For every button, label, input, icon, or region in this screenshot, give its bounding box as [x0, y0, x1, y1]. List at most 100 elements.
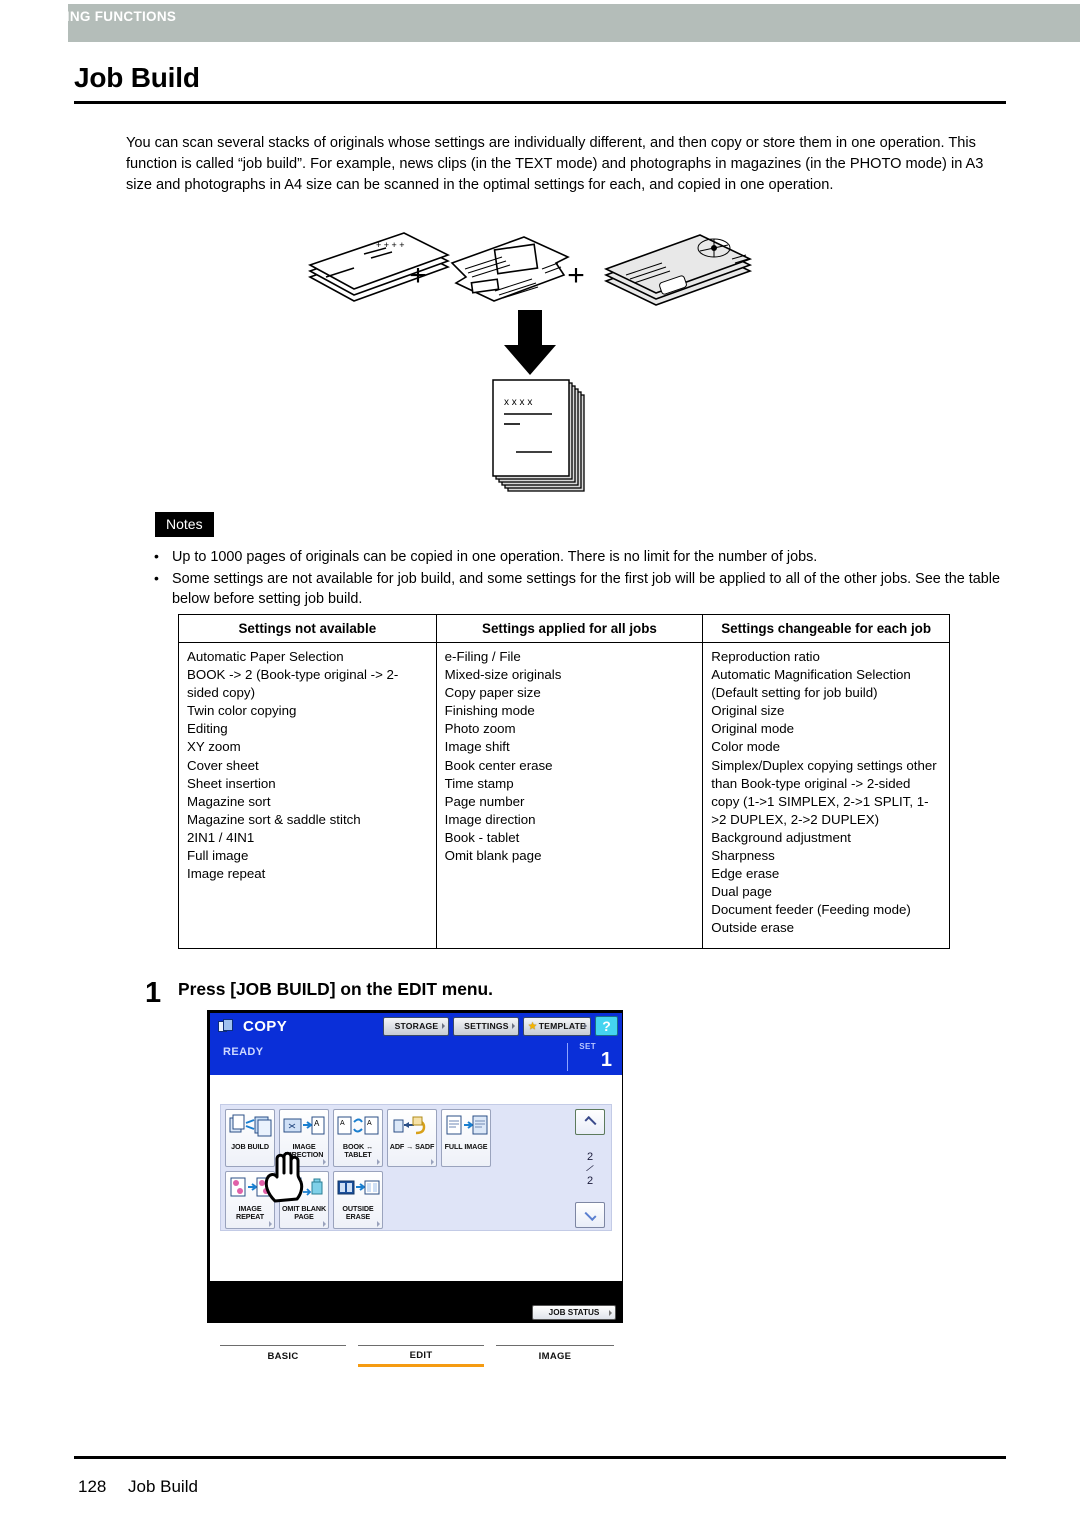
image-repeat-icon: [227, 1174, 273, 1204]
chevron-right-icon: [609, 1309, 612, 1316]
scroll-down-button[interactable]: [575, 1202, 605, 1228]
storage-button[interactable]: STORAGE: [383, 1016, 450, 1036]
footer-section-title: Job Build: [128, 1477, 198, 1496]
list-item: Full image: [187, 848, 249, 864]
image-direction-label: IMAGE DIRECTION: [284, 1142, 324, 1160]
omit-blank-page-icon: [281, 1174, 327, 1204]
storage-button-label: STORAGE: [394, 1021, 439, 1031]
list-item: Finishing mode: [444, 703, 535, 719]
note-bullet: •: [154, 548, 159, 564]
status-text: READY: [223, 1046, 264, 1058]
list-item: Edge erase: [711, 866, 780, 882]
adf-sadf-icon: [389, 1112, 435, 1142]
template-button-label: TEMPLATE: [538, 1021, 586, 1031]
chapter-header-band: [68, 4, 1080, 42]
submenu-arrow-icon: [431, 1159, 434, 1165]
svg-text:A: A: [340, 1120, 345, 1127]
table-header-cell: Settings applied for all jobs: [435, 614, 704, 643]
output-stack-marks: x x x x: [504, 397, 532, 408]
settings-button[interactable]: SETTINGS: [453, 1016, 520, 1036]
job-build-icon: [227, 1112, 273, 1142]
list-item: Sharpness: [711, 848, 775, 864]
tab-edit[interactable]: EDIT: [358, 1345, 496, 1368]
submenu-arrow-icon: [323, 1221, 326, 1227]
outside-erase-button[interactable]: OUTSIDE ERASE: [333, 1171, 383, 1229]
settings-button-label: SETTINGS: [464, 1021, 509, 1031]
submenu-arrow-icon: [323, 1159, 326, 1165]
full-image-button[interactable]: FULL IMAGE: [441, 1109, 491, 1167]
list-item: Original mode: [711, 721, 795, 737]
list-item: Image direction: [444, 811, 536, 827]
page-indicator: 2 ⁄ 2: [587, 1151, 593, 1187]
submenu-arrow-icon: [377, 1221, 380, 1227]
book-tablet-label: BOOK ↔ TABLET: [342, 1142, 374, 1160]
list-item: Image shift: [444, 739, 510, 755]
table-cell-changeable-each: Reproduction ratio Automatic Magnificati…: [702, 642, 950, 949]
list-item: Editing: [187, 721, 228, 737]
function-button-area: JOB BUILD A IMAGE DIRECTION A A BOOK ↔ T…: [220, 1104, 612, 1231]
panel-tabs: BASIC EDIT IMAGE: [212, 1345, 626, 1368]
settings-comparison-table: Settings not available Settings applied …: [178, 614, 950, 949]
note-text: Some settings are not available for job …: [172, 570, 1000, 608]
panel-status-bar: READY SET 1: [210, 1039, 622, 1075]
list-item: Automatic Magnification Selection (Defau…: [711, 667, 911, 701]
image-direction-button[interactable]: A IMAGE DIRECTION: [279, 1109, 329, 1167]
list-item: Sheet insertion: [187, 775, 276, 791]
panel-titlebar: COPY STORAGE SETTINGS ★ TEMPLATE ?: [210, 1013, 622, 1039]
submenu-arrow-icon: [377, 1159, 380, 1165]
panel-body: JOB BUILD A IMAGE DIRECTION A A BOOK ↔ T…: [210, 1075, 626, 1368]
intro-paragraph: You can scan several stacks of originals…: [126, 134, 984, 193]
job-status-button[interactable]: JOB STATUS: [532, 1305, 616, 1320]
scroll-up-button[interactable]: [575, 1109, 605, 1135]
list-item: Book - tablet: [444, 829, 520, 845]
image-direction-icon: A: [281, 1112, 327, 1142]
table-cell-applied-all: e-Filing / File Mixed-size originals Cop…: [435, 642, 704, 949]
adf-sadf-label: ADF → SADF: [389, 1142, 435, 1151]
image-repeat-button[interactable]: IMAGE REPEAT: [225, 1171, 275, 1229]
function-pagination: 2 ⁄ 2: [573, 1109, 607, 1228]
tab-image[interactable]: IMAGE: [496, 1345, 626, 1368]
adf-sadf-button[interactable]: ADF → SADF: [387, 1109, 437, 1167]
list-item: Photo zoom: [444, 721, 516, 737]
list-item: Magazine sort: [187, 793, 271, 809]
list-item: Simplex/Duplex copying settings other th…: [711, 757, 937, 827]
list-item: Magazine sort & saddle stitch: [187, 811, 361, 827]
copy-icon: [218, 1018, 235, 1034]
book-tablet-button[interactable]: A A BOOK ↔ TABLET: [333, 1109, 383, 1167]
list-item: Color mode: [711, 739, 780, 755]
title-divider: [74, 101, 1006, 104]
omit-blank-page-button[interactable]: OMIT BLANK PAGE: [279, 1171, 329, 1229]
list-item: Mixed-size originals: [444, 667, 562, 683]
illustration-svg: + + + + + + x x x x: [308, 232, 753, 492]
tab-basic-label: BASIC: [267, 1351, 299, 1362]
note-item: • Some settings are not available for jo…: [150, 569, 1010, 610]
stack-text-marks: + + + +: [376, 240, 405, 250]
step-number: 1: [145, 977, 162, 1009]
list-item: XY zoom: [187, 739, 241, 755]
list-item: Reproduction ratio: [711, 649, 820, 664]
outside-erase-icon: [335, 1174, 381, 1204]
template-button[interactable]: ★ TEMPLATE: [523, 1016, 591, 1036]
list-item: Omit blank page: [444, 848, 542, 864]
list-item: Twin color copying: [187, 703, 297, 719]
job-build-illustration: + + + + + + x x x x: [280, 205, 800, 495]
list-item: Original size: [711, 703, 785, 719]
list-item: e-Filing / File: [444, 649, 521, 664]
chapter-label: 4 EDITING FUNCTIONS: [22, 9, 177, 24]
chevron-right-icon: [584, 1023, 587, 1029]
tab-edit-label: EDIT: [409, 1349, 433, 1361]
table-row: Automatic Paper Selection BOOK -> 2 (Boo…: [178, 642, 950, 949]
note-item: • Up to 1000 pages of originals can be c…: [150, 547, 1010, 568]
plus-sign-2: +: [567, 259, 585, 292]
chevron-right-icon: [442, 1023, 446, 1029]
list-item: 2IN1 / 4IN1: [187, 829, 255, 845]
down-arrow-icon: [504, 310, 556, 375]
tab-basic[interactable]: BASIC: [220, 1345, 358, 1368]
page-title: Job Build: [74, 62, 200, 93]
tab-image-label: IMAGE: [538, 1351, 572, 1362]
help-button[interactable]: ?: [595, 1016, 618, 1036]
job-build-button[interactable]: JOB BUILD: [225, 1109, 275, 1167]
table-cell-not-available: Automatic Paper Selection BOOK -> 2 (Boo…: [178, 642, 437, 949]
step-instruction: Press [JOB BUILD] on the EDIT menu.: [178, 979, 494, 999]
function-button-grid: JOB BUILD A IMAGE DIRECTION A A BOOK ↔ T…: [225, 1109, 537, 1229]
